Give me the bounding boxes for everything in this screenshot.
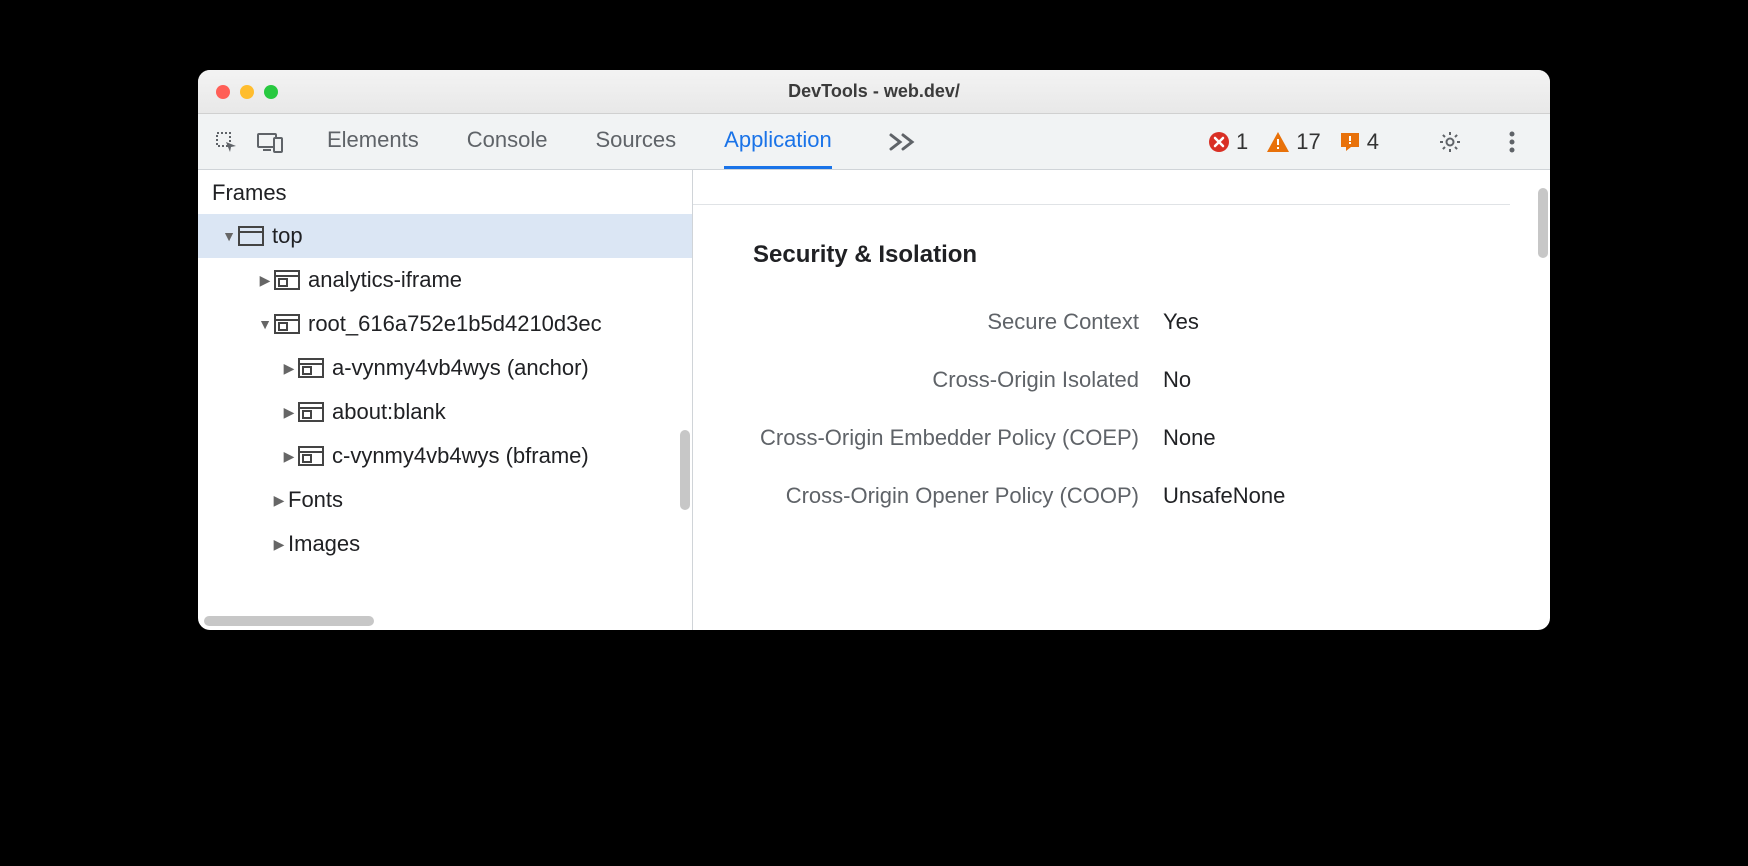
close-window-button[interactable] (216, 85, 230, 99)
disclosure-triangle-icon[interactable]: ▶ (282, 448, 296, 465)
frame-icon (298, 446, 324, 466)
disclosure-triangle-icon[interactable]: ▶ (272, 536, 286, 553)
report-key: Cross-Origin Embedder Policy (COEP) (693, 425, 1163, 451)
tree-node-label: Images (288, 531, 360, 557)
settings-button[interactable] (1428, 130, 1472, 154)
window-controls (198, 85, 278, 99)
report-row: Cross-Origin IsolatedNo (693, 351, 1510, 409)
detail-vertical-scrollbar[interactable] (1538, 188, 1548, 258)
issues-icon (1339, 131, 1361, 153)
tree-node-label: c-vynmy4vb4wys (bframe) (332, 443, 589, 469)
tree-node-label: about:blank (332, 399, 446, 425)
devtools-window: DevTools - web.dev/ Elements Console (198, 70, 1550, 630)
frame-icon (274, 270, 300, 290)
error-count: 1 (1236, 129, 1248, 155)
tree-node-label: top (272, 223, 303, 249)
frame-icon (274, 314, 300, 334)
toolbar-left (204, 114, 305, 169)
disclosure-triangle-icon[interactable]: ▶ (272, 492, 286, 509)
tree-node[interactable]: ▶Fonts (198, 478, 692, 522)
tab-label: Application (724, 127, 832, 153)
report-value: No (1163, 367, 1191, 393)
error-icon (1208, 131, 1230, 153)
report-key: Cross-Origin Opener Policy (COOP) (693, 483, 1163, 509)
warning-icon (1266, 131, 1290, 153)
tab-application[interactable]: Application (724, 114, 832, 169)
error-counter[interactable]: 1 (1208, 129, 1248, 155)
frame-icon (238, 226, 264, 246)
frames-tree: ▼ top ▶ analytics-iframe ▼ root_616a752e1b5d4… (198, 212, 692, 566)
tree-node[interactable]: ▶ c-vynmy4vb4wys (bframe) (198, 434, 692, 478)
report-rows: Secure ContextYesCross-Origin IsolatedNo… (693, 293, 1510, 525)
more-tabs-button[interactable] (880, 114, 924, 169)
zoom-window-button[interactable] (264, 85, 278, 99)
frame-icon (298, 402, 324, 422)
issues-count: 4 (1367, 129, 1379, 155)
device-toggle-button[interactable] (248, 131, 292, 153)
report-section-title: Security & Isolation (693, 204, 1510, 293)
inspect-element-button[interactable] (204, 130, 248, 154)
report-key: Cross-Origin Isolated (693, 367, 1163, 393)
kebab-menu-button[interactable] (1490, 131, 1534, 153)
sidebar-horizontal-scrollbar[interactable] (204, 616, 374, 626)
report-value: None (1163, 425, 1216, 451)
content-area: Frames ▼ top ▶ analytics-iframe ▼ root_616a75… (198, 170, 1550, 630)
tree-node[interactable]: ▶Images (198, 522, 692, 566)
toolbar-right: 1 17 4 (1208, 114, 1544, 169)
tab-elements[interactable]: Elements (327, 114, 419, 169)
tree-node-label: a-vynmy4vb4wys (anchor) (332, 355, 589, 381)
report-key: Secure Context (693, 309, 1163, 335)
window-title: DevTools - web.dev/ (198, 81, 1550, 102)
tree-node[interactable]: ▼ root_616a752e1b5d4210d3ec (198, 302, 692, 346)
sidebar-vertical-scrollbar[interactable] (680, 430, 690, 510)
report-value: Yes (1163, 309, 1199, 335)
tree-node-label: Fonts (288, 487, 343, 513)
frame-icon (298, 358, 324, 378)
main-toolbar: Elements Console Sources Application 1 (198, 114, 1550, 170)
tab-sources[interactable]: Sources (595, 114, 676, 169)
disclosure-triangle-icon[interactable]: ▶ (282, 404, 296, 421)
warning-counter[interactable]: 17 (1266, 129, 1320, 155)
tree-node-label: analytics-iframe (308, 267, 462, 293)
issues-counter[interactable]: 4 (1339, 129, 1379, 155)
tree-node[interactable]: ▶ about:blank (198, 390, 692, 434)
tab-label: Sources (595, 127, 676, 153)
panel-tabs: Elements Console Sources Application (327, 114, 924, 169)
titlebar: DevTools - web.dev/ (198, 70, 1550, 114)
tab-console[interactable]: Console (467, 114, 548, 169)
minimize-window-button[interactable] (240, 85, 254, 99)
tree-node[interactable]: ▶ a-vynmy4vb4wys (anchor) (198, 346, 692, 390)
report-value: UnsafeNone (1163, 483, 1285, 509)
tree-node-label: root_616a752e1b5d4210d3ec (308, 311, 602, 337)
detail-pane: Security & Isolation Secure ContextYesCr… (693, 170, 1550, 630)
report-row: Cross-Origin Opener Policy (COOP)UnsafeN… (693, 467, 1510, 525)
warning-count: 17 (1296, 129, 1320, 155)
tab-label: Elements (327, 127, 419, 153)
tab-label: Console (467, 127, 548, 153)
disclosure-triangle-icon[interactable]: ▶ (258, 272, 272, 289)
tree-node[interactable]: ▼ top (198, 214, 692, 258)
frames-sidebar: Frames ▼ top ▶ analytics-iframe ▼ root_616a75… (198, 170, 693, 630)
disclosure-triangle-icon[interactable]: ▼ (258, 316, 272, 332)
report-row: Cross-Origin Embedder Policy (COEP)None (693, 409, 1510, 467)
detail-inner: Security & Isolation Secure ContextYesCr… (693, 170, 1550, 630)
report-row: Secure ContextYes (693, 293, 1510, 351)
tree-node[interactable]: ▶ analytics-iframe (198, 258, 692, 302)
disclosure-triangle-icon[interactable]: ▼ (222, 228, 236, 244)
disclosure-triangle-icon[interactable]: ▶ (282, 360, 296, 377)
sidebar-title: Frames (198, 170, 692, 212)
